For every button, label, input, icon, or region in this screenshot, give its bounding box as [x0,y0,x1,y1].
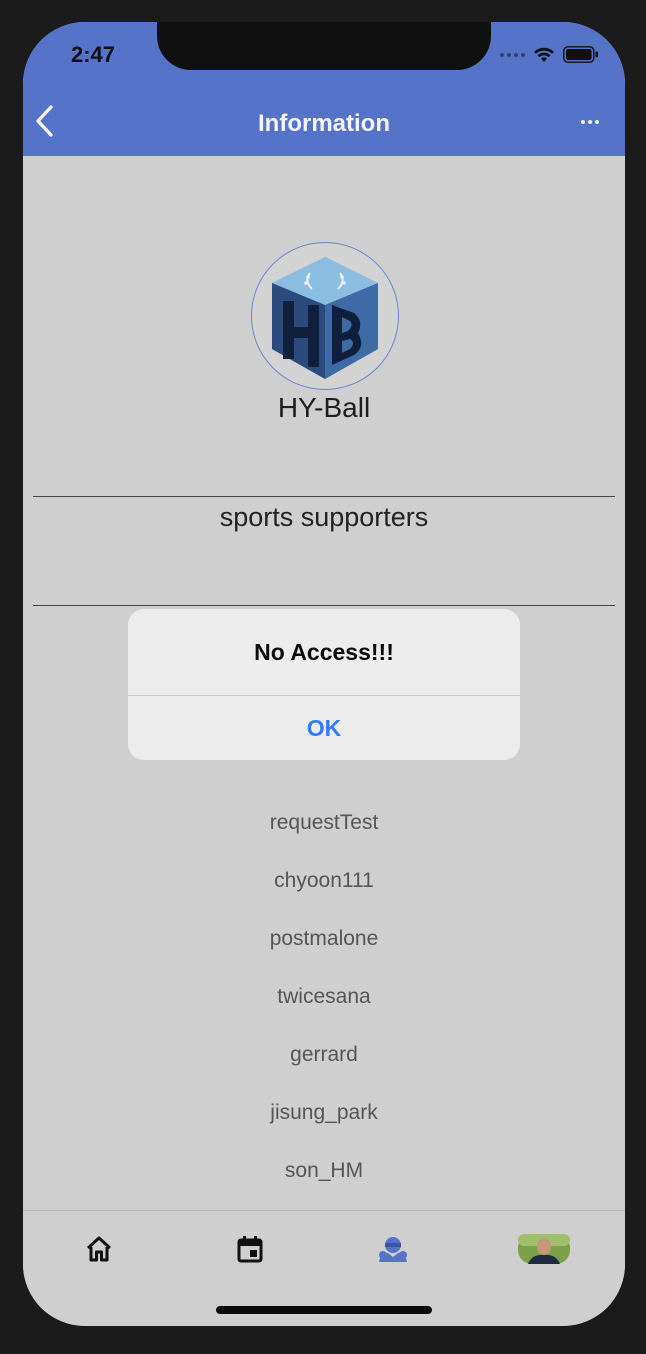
alert-title: No Access!!! [128,609,520,696]
alert-ok-button[interactable]: OK [128,696,520,760]
phone-screen: 2:47 Information HY-Ball sports supporte… [23,22,625,1326]
alert-dialog: No Access!!! OK [128,609,520,760]
